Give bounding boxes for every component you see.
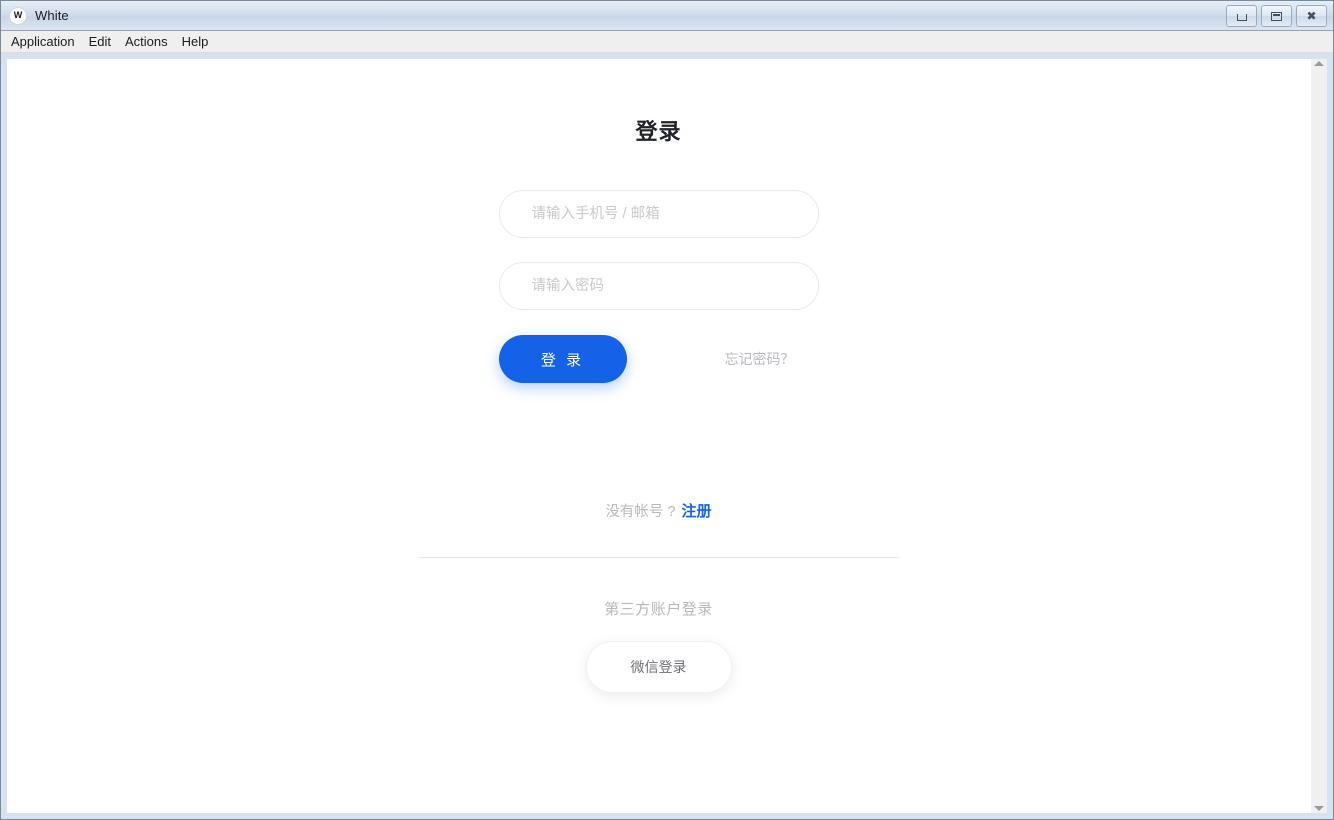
- signup-link[interactable]: 注册: [682, 500, 712, 521]
- third-party-login-label: 第三方账户登录: [604, 601, 713, 618]
- forgot-password-link[interactable]: 忘记密码？: [725, 349, 795, 369]
- app-logo-letter: W: [13, 10, 23, 20]
- close-icon: ✖: [1306, 9, 1317, 23]
- maximize-button[interactable]: [1261, 5, 1292, 27]
- application-window: W White ✖ Application Edit Actions Help …: [0, 0, 1334, 820]
- password-input[interactable]: [529, 277, 788, 295]
- password-field[interactable]: [498, 262, 819, 310]
- login-submit-button[interactable]: 登 录: [498, 335, 627, 383]
- minimize-icon: [1236, 14, 1247, 21]
- menu-item-actions[interactable]: Actions: [125, 34, 177, 49]
- page-title: 登录: [635, 119, 682, 144]
- minimize-button[interactable]: [1226, 5, 1257, 27]
- menu-bar: Application Edit Actions Help: [1, 31, 1333, 53]
- close-button[interactable]: ✖: [1296, 5, 1327, 27]
- login-action-row: 登 录 忘记密码？: [498, 335, 819, 383]
- wechat-login-button[interactable]: 微信登录: [585, 641, 732, 693]
- section-divider: [418, 557, 899, 558]
- username-field[interactable]: [498, 190, 819, 238]
- window-title: White: [35, 8, 69, 23]
- login-form: 登录 登 录 忘记密码？ 没有帐号 ? 注册 第三方账户登录 微信登: [7, 59, 1310, 693]
- menu-item-edit[interactable]: Edit: [89, 34, 120, 49]
- maximize-icon: [1271, 11, 1282, 21]
- window-controls: ✖: [1226, 5, 1327, 27]
- scrollbar-track[interactable]: [1311, 66, 1327, 806]
- app-logo-icon: W: [9, 6, 27, 25]
- title-bar: W White ✖: [1, 1, 1333, 31]
- username-input[interactable]: [529, 205, 788, 223]
- menu-item-help[interactable]: Help: [182, 34, 218, 49]
- scroll-down-arrow-icon[interactable]: [1314, 806, 1324, 811]
- menu-item-application[interactable]: Application: [11, 34, 84, 49]
- vertical-scrollbar[interactable]: [1310, 59, 1327, 813]
- login-page: 登录 登 录 忘记密码？ 没有帐号 ? 注册 第三方账户登录 微信登: [7, 59, 1310, 813]
- signup-row: 没有帐号 ? 注册: [605, 500, 711, 521]
- signup-prompt-label: 没有帐号 ?: [605, 504, 676, 520]
- client-area: 登录 登 录 忘记密码？ 没有帐号 ? 注册 第三方账户登录 微信登: [1, 53, 1333, 819]
